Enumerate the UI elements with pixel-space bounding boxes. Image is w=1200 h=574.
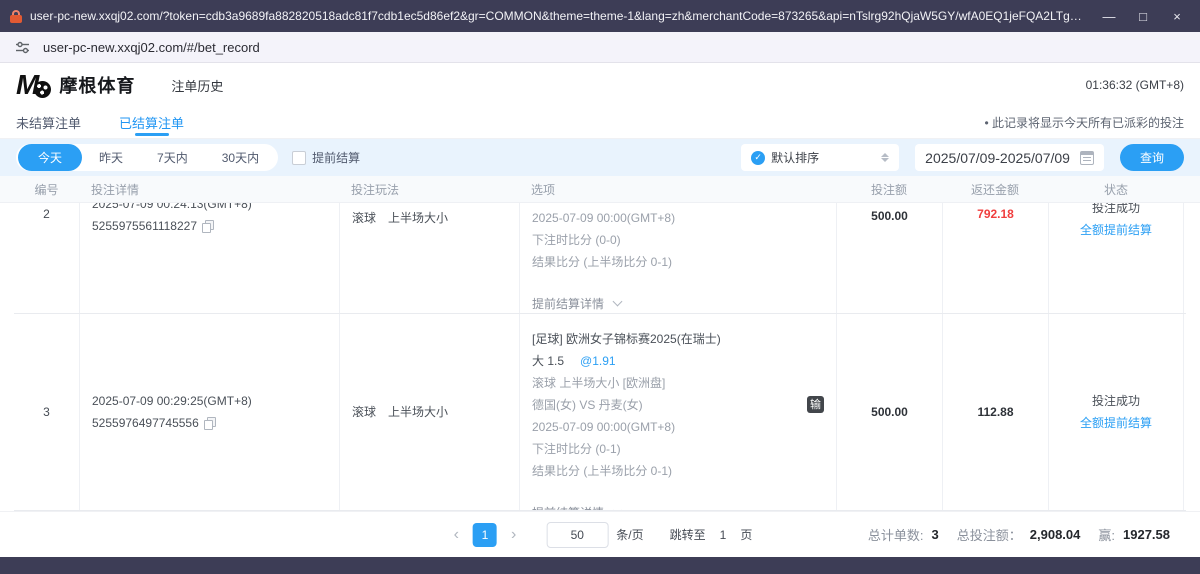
quick-7days[interactable]: 7天内 (140, 146, 205, 169)
tab-settled[interactable]: 已结算注单 (119, 107, 184, 138)
jump-page-value[interactable]: 1 (720, 528, 727, 542)
lock-icon (10, 10, 22, 23)
page-unit-label: 页 (740, 526, 752, 543)
table-body[interactable]: 2 2025-07-09 00:24:13(GMT+8) 52559755611… (0, 203, 1200, 511)
status-text: 投注成功 (1061, 203, 1171, 219)
option-score-at-bet: 下注时比分 (0-1) (532, 438, 824, 460)
bet-table: 编号 投注详情 投注玩法 选项 投注额 返还金额 状态 2 2025-07-09… (0, 176, 1200, 511)
option-pick: 大 1.5 (532, 354, 564, 368)
minimize-button[interactable]: — (1094, 4, 1124, 28)
option-market: 滚球 上半场大小 [欧洲盘] (532, 372, 824, 394)
cell-no: 3 (14, 314, 79, 510)
col-header-status: 状态 (1048, 181, 1184, 198)
option-match-time: 2025-07-09 00:00(GMT+8) (532, 207, 824, 229)
page-size-input[interactable] (546, 522, 608, 548)
total-stake-value: 2,908.04 (1030, 527, 1081, 542)
table-footer: ‹ 1 › 条/页 跳转至 1 页 总计单数: 3 总投注额： 2,908.04… (0, 511, 1200, 557)
jump-to-label: 跳转至 (670, 526, 706, 543)
site-settings-icon[interactable] (14, 39, 31, 56)
address-url[interactable]: user-pc-new.xxqj02.com/#/bet_record (43, 40, 260, 55)
app-header: M 摩根体育 注单历史 01:36:32 (GMT+8) (0, 63, 1200, 107)
table-row: 3 2025-07-09 00:29:25(GMT+8) 52559764977… (14, 314, 1186, 511)
quick-today[interactable]: 今天 (18, 144, 82, 171)
result-lose-badge: 输 (807, 396, 824, 413)
nav-bet-history[interactable]: 注单历史 (171, 76, 223, 95)
bet-amount: 500.00 (871, 209, 908, 223)
play-type: 滚球 上半场大小 (352, 207, 507, 229)
brand-logo-icon[interactable]: M (16, 71, 51, 99)
brand-name: 摩根体育 (59, 72, 135, 98)
pagination: ‹ 1 › 条/页 跳转至 1 页 (448, 522, 753, 548)
totals-summary: 总计单数: 3 总投注额： 2,908.04 赢: 1927.58 (868, 525, 1180, 544)
return-amount: 112.88 (955, 405, 1036, 419)
option-match: 德国(女) VS 丹麦(女) (532, 398, 643, 412)
check-circle-icon: ✓ (751, 151, 765, 165)
server-time: 01:36:32 (GMT+8) (1086, 78, 1184, 92)
browser-titlebar: user-pc-new.xxqj02.com/?token=cdb3a9689f… (0, 0, 1200, 32)
per-page-label: 条/页 (616, 526, 643, 543)
sort-selected-value: 默认排序 (771, 149, 875, 166)
tabs-row: 未结算注单 已结算注单 • 此记录将显示今天所有已派彩的投注 (0, 107, 1200, 139)
option-score-at-bet: 下注时比分 (0-0) (532, 229, 824, 251)
maximize-button[interactable]: □ (1128, 4, 1158, 28)
col-header-play: 投注玩法 (339, 181, 519, 198)
early-settle-checkbox[interactable] (292, 151, 306, 165)
sort-arrows-icon (881, 153, 889, 162)
option-odds: @1.91 (580, 354, 616, 368)
next-page-icon[interactable]: › (505, 526, 522, 544)
bet-time: 2025-07-09 00:29:25(GMT+8) (92, 390, 327, 412)
bottom-window-strip (0, 557, 1200, 574)
col-header-option: 选项 (519, 181, 836, 198)
option-league: [足球] 欧洲女子锦标赛2025(在瑞士) (532, 328, 824, 350)
calendar-icon (1080, 151, 1094, 165)
bet-number: 5255976497745556 (92, 416, 199, 430)
close-button[interactable]: × (1162, 4, 1192, 28)
option-match-time: 2025-07-09 00:00(GMT+8) (532, 416, 824, 438)
address-bar: user-pc-new.xxqj02.com/#/bet_record (0, 32, 1200, 63)
status-text: 投注成功 (1061, 390, 1171, 412)
bet-number: 5255975561118227 (92, 219, 197, 233)
window-title-url: user-pc-new.xxqj02.com/?token=cdb3a9689f… (30, 9, 1084, 23)
date-range-picker[interactable]: 2025/07/09-2025/07/09 (915, 144, 1104, 171)
filter-bar: 今天 昨天 7天内 30天内 提前结算 ✓ 默认排序 2025/07/09-20… (0, 139, 1200, 176)
bet-amount: 500.00 (849, 405, 930, 419)
col-header-no: 编号 (14, 181, 79, 198)
col-header-return: 返还金额 (942, 181, 1048, 198)
early-settle-filter[interactable]: 提前结算 (292, 149, 360, 166)
col-header-amount: 投注额 (836, 181, 942, 198)
total-count-label: 总计单数: (868, 525, 924, 544)
quick-yesterday[interactable]: 昨天 (82, 146, 140, 169)
page-number-button[interactable]: 1 (473, 523, 497, 547)
prev-page-icon[interactable]: ‹ (448, 526, 465, 544)
full-early-settle-link[interactable]: 全额提前结算 (1061, 412, 1171, 434)
soccer-ball-icon (34, 81, 51, 98)
early-settle-detail-toggle[interactable]: 提前结算详情 (532, 293, 824, 314)
date-range-value: 2025/07/09-2025/07/09 (925, 150, 1070, 166)
search-button[interactable]: 查询 (1120, 144, 1184, 171)
bet-time: 2025-07-09 00:24:13(GMT+8) (92, 203, 327, 215)
total-count-value: 3 (932, 527, 939, 542)
total-win-label: 赢: (1098, 525, 1115, 544)
copy-icon[interactable] (204, 417, 215, 429)
col-header-detail: 投注详情 (79, 181, 339, 198)
early-settle-detail-toggle[interactable]: 提前结算详情 (532, 502, 824, 511)
total-win-value: 1927.58 (1123, 527, 1170, 542)
tab-unsettled[interactable]: 未结算注单 (16, 107, 81, 138)
total-stake-label: 总投注额： (957, 525, 1022, 544)
table-row: 2 2025-07-09 00:24:13(GMT+8) 52559755611… (14, 203, 1186, 314)
return-amount: 792.18 (977, 207, 1014, 221)
copy-icon[interactable] (202, 220, 213, 232)
table-header-row: 编号 投注详情 投注玩法 选项 投注额 返还金额 状态 (0, 176, 1200, 203)
cell-no: 2 (14, 203, 79, 313)
early-settle-label: 提前结算 (312, 149, 360, 166)
sort-select[interactable]: ✓ 默认排序 (741, 144, 899, 171)
quick-30days[interactable]: 30天内 (205, 146, 276, 169)
quick-date-group: 今天 昨天 7天内 30天内 (16, 144, 278, 171)
option-result-score: 结果比分 (上半场比分 0-1) (532, 251, 824, 273)
chevron-down-icon (613, 297, 623, 307)
tabs-note: • 此记录将显示今天所有已派彩的投注 (984, 114, 1184, 131)
full-early-settle-link[interactable]: 全额提前结算 (1061, 219, 1171, 241)
option-result-score: 结果比分 (上半场比分 0-1) (532, 460, 824, 482)
play-type: 滚球 上半场大小 (352, 401, 507, 423)
